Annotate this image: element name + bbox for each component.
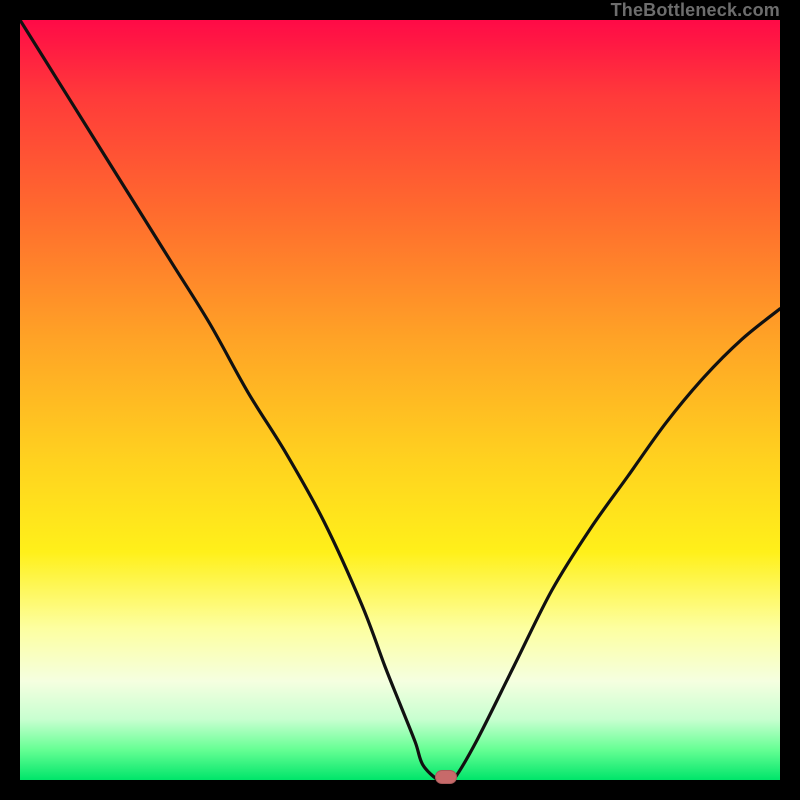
watermark-text: TheBottleneck.com (611, 0, 780, 21)
optimal-point-marker (435, 770, 457, 784)
bottleneck-curve (20, 20, 780, 780)
chart-frame: TheBottleneck.com (0, 0, 800, 800)
plot-area (20, 20, 780, 780)
